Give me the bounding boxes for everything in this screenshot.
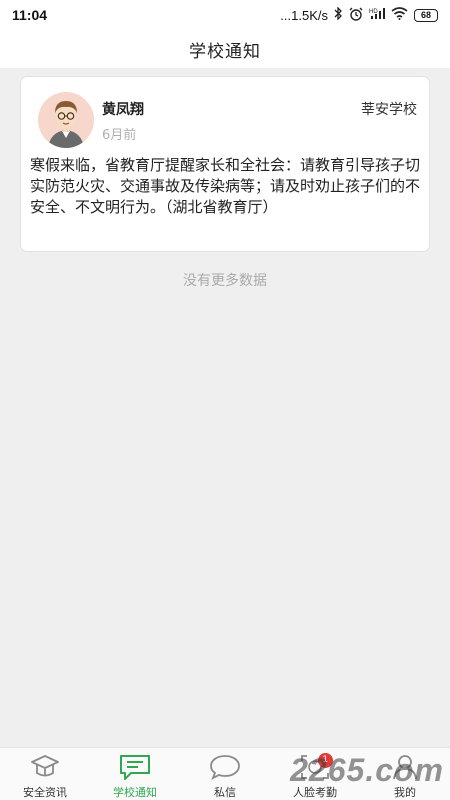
hd-signal-icon: HD: [369, 7, 385, 23]
wifi-icon: [391, 7, 408, 23]
notice-author: 黄凤翔: [102, 102, 144, 118]
watermark-logo: 2265.com: [290, 752, 444, 788]
alarm-icon: [349, 7, 363, 24]
notice-school: 莘安学校: [361, 102, 417, 118]
nav-item-private-message[interactable]: 私信: [180, 748, 270, 800]
nav-label: 私信: [214, 786, 236, 799]
status-icons: ...1.5K/s HD 68: [280, 6, 438, 24]
avatar-person-icon: [38, 92, 94, 148]
nav-label: 安全资讯: [23, 786, 67, 799]
status-bar: 11:04 ...1.5K/s HD 68: [0, 0, 450, 30]
graduation-cap-icon: [28, 752, 62, 782]
nav-item-school-notice[interactable]: 学校通知: [90, 748, 180, 800]
network-speed: ...1.5K/s: [280, 7, 328, 23]
message-square-icon: [118, 752, 152, 782]
notice-time: 6月前: [102, 128, 137, 143]
list-end-text: 没有更多数据: [183, 273, 267, 289]
nav-item-safety-news[interactable]: 安全资讯: [0, 748, 90, 800]
chat-bubble-icon: [208, 752, 242, 782]
nav-label: 学校通知: [113, 786, 157, 799]
bluetooth-icon: [334, 6, 343, 23]
notice-card[interactable]: 黄凤翔 6月前 莘安学校 寒假来临，省教育厅提醒家长和全社会：请教育引导孩子切实…: [21, 77, 429, 251]
battery-icon: 68: [414, 8, 438, 22]
header-bar: 学校通知: [0, 30, 450, 68]
page-title: 学校通知: [189, 41, 261, 62]
avatar: [38, 92, 94, 148]
notice-content: 寒假来临，省教育厅提醒家长和全社会：请教育引导孩子切实防范火灾、交通事故及传染病…: [30, 156, 421, 216]
status-time: 11:04: [12, 7, 48, 23]
